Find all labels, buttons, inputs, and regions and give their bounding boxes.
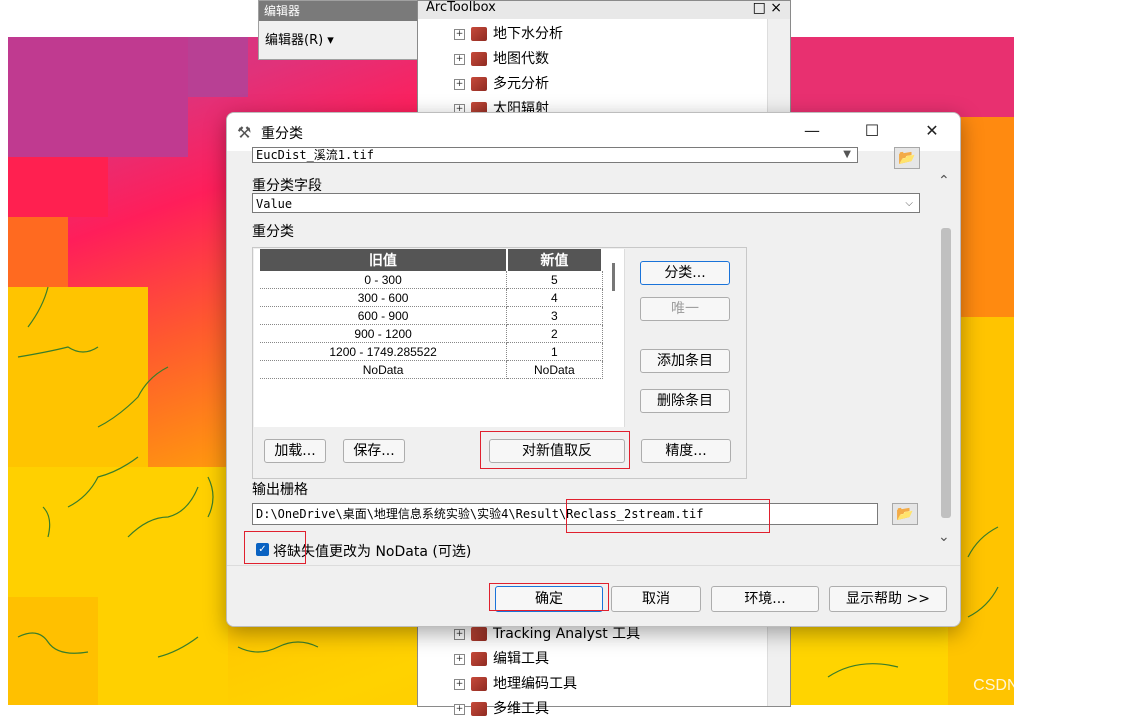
- new-value-cell[interactable]: NoData: [506, 360, 603, 379]
- dialog-footer: 确定 取消 环境... 显示帮助 >>: [227, 565, 960, 626]
- toolbox-icon: [471, 652, 487, 666]
- old-value-cell[interactable]: 900 - 1200: [260, 324, 508, 343]
- old-value-cell[interactable]: 600 - 900: [260, 306, 508, 325]
- highlight-box: [480, 431, 630, 469]
- expand-icon[interactable]: +: [454, 53, 465, 65]
- hammer-icon: ⚒: [237, 123, 252, 142]
- editor-toolbar: 编辑器 编辑器(R) ▾: [258, 0, 420, 60]
- table-row[interactable]: 600 - 900 3: [260, 306, 603, 325]
- classify-button[interactable]: 分类...: [640, 261, 730, 285]
- reclass-field-value: Value: [256, 197, 293, 211]
- expand-icon[interactable]: +: [454, 653, 465, 665]
- old-value-cell[interactable]: NoData: [260, 360, 508, 379]
- toolbox-item[interactable]: + 地下水分析: [454, 23, 563, 45]
- old-value-cell[interactable]: 1200 - 1749.285522: [260, 342, 508, 361]
- arctoolbox-titlebar: ArcToolbox □ ×: [418, 1, 790, 19]
- dialog-titlebar: ⚒ 重分类 — ☐ ✕: [227, 113, 960, 151]
- highlight-box: [566, 499, 770, 533]
- table-row[interactable]: 300 - 600 4: [260, 288, 603, 307]
- reclass-field-label: 重分类字段: [252, 178, 322, 194]
- expand-icon[interactable]: +: [454, 678, 465, 690]
- toolbox-icon: [471, 77, 487, 91]
- toolbox-item[interactable]: + 多维工具: [454, 698, 549, 720]
- reclassify-dialog: ⚒ 重分类 — ☐ ✕ EucDist_溪流1.tif ▼ 📂 重分类字段 Va…: [226, 112, 961, 627]
- toolbox-item-label: 编辑工具: [493, 651, 549, 667]
- scrollbar-thumb[interactable]: [941, 228, 951, 518]
- chevron-down-icon[interactable]: ⌵: [905, 194, 913, 214]
- old-value-cell[interactable]: 300 - 600: [260, 288, 508, 307]
- reclass-table-container: 旧值 新值 0 - 300 5 300 - 600 4 600 - 900 3 900…: [254, 249, 625, 427]
- show-help-button[interactable]: 显示帮助 >>: [829, 586, 947, 612]
- input-raster-value: EucDist_溪流1.tif: [256, 148, 374, 162]
- load-button[interactable]: 加载...: [264, 439, 326, 463]
- reclass-table: 旧值 新值 0 - 300 5 300 - 600 4 600 - 900 3 900…: [260, 249, 604, 379]
- toolbox-icon: [471, 27, 487, 41]
- toolbox-item-label: 地图代数: [493, 51, 549, 67]
- unique-button[interactable]: 唯一: [640, 297, 730, 321]
- editor-menu[interactable]: 编辑器(R) ▾: [259, 21, 419, 56]
- output-raster-field[interactable]: D:\OneDrive\桌面\地理信息系统实验\实验4\Result\Recla…: [252, 503, 878, 525]
- expand-icon[interactable]: +: [454, 703, 465, 715]
- reclass-field-select[interactable]: Value ⌵: [252, 193, 920, 213]
- toolbox-icon: [471, 677, 487, 691]
- toolbox-item-label: 地理编码工具: [493, 676, 577, 692]
- dialog-scrollbar[interactable]: ⌃ ⌄: [938, 173, 954, 553]
- highlight-box: [489, 583, 609, 611]
- toolbox-item-label: 多元分析: [493, 76, 549, 92]
- toolbox-icon: [471, 702, 487, 716]
- folder-open-icon[interactable]: 📂: [894, 147, 920, 169]
- table-row[interactable]: NoData NoData: [260, 360, 603, 379]
- expand-icon[interactable]: +: [454, 28, 465, 40]
- add-entry-button[interactable]: 添加条目: [640, 349, 730, 373]
- arctoolbox-title: ArcToolbox: [426, 0, 496, 15]
- watermark: CSDN @Edward-tan: [973, 677, 1121, 694]
- close-icon[interactable]: ✕: [917, 121, 947, 140]
- precision-button[interactable]: 精度...: [641, 439, 731, 463]
- table-row[interactable]: 0 - 300 5: [260, 271, 603, 289]
- new-value-cell[interactable]: 1: [506, 342, 603, 361]
- save-button[interactable]: 保存...: [343, 439, 405, 463]
- arctoolbox-window-controls[interactable]: □ ×: [753, 1, 782, 15]
- new-value-cell[interactable]: 2: [506, 324, 603, 343]
- minimize-icon[interactable]: —: [797, 121, 827, 140]
- expand-icon[interactable]: +: [454, 628, 465, 640]
- toolbox-item[interactable]: + 地图代数: [454, 48, 549, 70]
- table-header-new: 新值: [506, 249, 604, 271]
- new-value-cell[interactable]: 4: [506, 288, 603, 307]
- output-raster-label: 输出栅格: [252, 482, 308, 498]
- reclass-label: 重分类: [252, 224, 294, 240]
- table-scrollbar[interactable]: [612, 263, 615, 291]
- old-value-cell[interactable]: 0 - 300: [260, 271, 508, 289]
- cancel-button[interactable]: 取消: [611, 586, 701, 612]
- chevron-down-icon[interactable]: ⌄: [938, 529, 950, 545]
- chevron-down-icon[interactable]: ▼: [843, 148, 851, 162]
- table-row[interactable]: 1200 - 1749.285522 1: [260, 342, 603, 361]
- toolbox-icon: [471, 52, 487, 66]
- dialog-title: 重分类: [261, 126, 303, 142]
- toolbox-item-label: 地下水分析: [493, 26, 563, 42]
- toolbox-item[interactable]: + 多元分析: [454, 73, 549, 95]
- expand-icon[interactable]: +: [454, 78, 465, 90]
- toolbox-icon: [471, 627, 487, 641]
- new-value-cell[interactable]: 3: [506, 306, 603, 325]
- table-row[interactable]: 900 - 1200 2: [260, 324, 603, 343]
- table-header-old: 旧值: [260, 249, 508, 271]
- maximize-icon[interactable]: ☐: [857, 121, 887, 140]
- toolbox-item-label: 多维工具: [493, 701, 549, 717]
- highlight-box: [244, 531, 306, 564]
- delete-entry-button[interactable]: 删除条目: [640, 389, 730, 413]
- toolbox-item[interactable]: + 编辑工具: [454, 648, 549, 670]
- folder-open-icon[interactable]: 📂: [892, 503, 918, 525]
- toolbox-item[interactable]: + 地理编码工具: [454, 673, 577, 695]
- new-value-cell[interactable]: 5: [506, 271, 603, 289]
- input-raster-field[interactable]: EucDist_溪流1.tif ▼: [252, 147, 858, 163]
- environment-button[interactable]: 环境...: [711, 586, 819, 612]
- chevron-up-icon[interactable]: ⌃: [938, 173, 950, 189]
- editor-toolbar-title: 编辑器: [259, 1, 419, 21]
